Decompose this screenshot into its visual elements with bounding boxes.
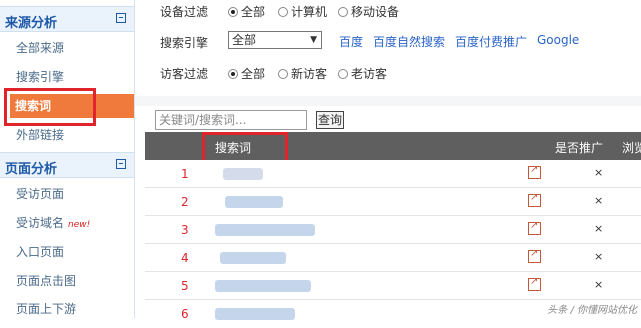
external-link-icon[interactable] <box>528 276 541 291</box>
chevron-down-icon: ▼ <box>310 35 317 45</box>
engine-link-google[interactable]: Google <box>537 33 579 47</box>
external-link-icon[interactable] <box>528 192 541 207</box>
sidebar-item-entry-pages[interactable]: 入口页面 <box>16 242 64 262</box>
table-row: 4 × <box>145 244 641 272</box>
table-row: 2 × <box>145 188 641 216</box>
sidebar-item-visited-domains[interactable]: 受访域名 new! <box>16 213 90 233</box>
radio-icon <box>278 7 288 17</box>
section-header-source-analysis[interactable]: 来源分析 <box>0 6 134 32</box>
table-row: 3 × <box>145 216 641 244</box>
collapse-icon[interactable] <box>116 13 126 23</box>
visitor-radio-returning[interactable]: 老访客 <box>338 65 387 82</box>
filter-panel: 设备过滤 全部 计算机 移动设备 搜索引擎 全部 ▼ 百度 百度自然搜索 百度付… <box>135 0 641 96</box>
sidebar-item-page-clickmap[interactable]: 页面点击图 <box>16 271 76 291</box>
watermark: 头条 / 你懂网站优化 <box>547 305 637 316</box>
engine-link-baidu-organic[interactable]: 百度自然搜索 <box>373 33 445 50</box>
blurred-search-term <box>223 168 263 180</box>
external-link-icon[interactable] <box>528 164 541 179</box>
visitor-radio-new[interactable]: 新访客 <box>278 65 327 82</box>
visitor-radio-all[interactable]: 全部 <box>228 65 265 82</box>
section-divider <box>135 96 641 106</box>
blurred-search-term <box>220 252 286 264</box>
engine-link-baidu[interactable]: 百度 <box>339 33 363 50</box>
section-header-page-analysis[interactable]: 页面分析 <box>0 152 134 178</box>
blurred-search-term <box>225 196 283 208</box>
row-rank: 2 <box>181 195 189 209</box>
radio-icon <box>338 69 348 79</box>
engine-filter-label: 搜索引擎 <box>160 36 209 50</box>
engine-select[interactable]: 全部 ▼ <box>228 31 322 49</box>
row-rank: 6 <box>181 307 189 321</box>
sidebar-item-visited-pages[interactable]: 受访页面 <box>16 184 64 204</box>
radio-icon <box>278 69 288 79</box>
radio-icon <box>338 7 348 17</box>
row-rank: 3 <box>181 223 189 237</box>
blurred-search-term <box>215 280 311 292</box>
keyword-search-input[interactable]: 关键词/搜索词... <box>155 110 307 130</box>
highlight-box-sidebar <box>4 88 96 126</box>
row-rank: 4 <box>181 251 189 265</box>
engine-link-baidu-paid[interactable]: 百度付费推广 <box>455 33 527 50</box>
sidebar-item-page-flow[interactable]: 页面上下游 <box>16 299 76 319</box>
sidebar-item-all-sources[interactable]: 全部来源 <box>16 38 64 58</box>
promoted-value: × <box>594 222 604 235</box>
section-title: 页面分析 <box>5 162 58 177</box>
external-link-icon[interactable] <box>528 220 541 235</box>
sidebar: 来源分析 全部来源 搜索引擎 搜索词 外部链接 页面分析 受访页面 受访域名 ne… <box>0 0 135 318</box>
device-radio-computer[interactable]: 计算机 <box>278 3 327 20</box>
promoted-value: × <box>594 278 604 291</box>
radio-checked-icon <box>228 7 238 17</box>
radio-checked-icon <box>228 69 238 79</box>
keyword-search-bar: 关键词/搜索词... 查询 <box>145 106 641 132</box>
visitor-filter-label: 访客过滤 <box>160 67 209 81</box>
row-rank: 1 <box>181 167 189 181</box>
device-radio-all[interactable]: 全部 <box>228 3 265 20</box>
engine-select-value: 全部 <box>232 33 257 47</box>
promoted-value: × <box>594 250 604 263</box>
column-header-promoted[interactable]: 是否推广 <box>555 139 603 156</box>
collapse-icon[interactable] <box>116 159 126 169</box>
column-header-views[interactable]: 浏览 <box>622 139 641 156</box>
device-filter-label: 设备过滤 <box>160 5 209 19</box>
section-title: 来源分析 <box>5 16 58 31</box>
device-radio-mobile[interactable]: 移动设备 <box>338 3 399 20</box>
table-row: 1 × <box>145 160 641 188</box>
sidebar-item-label: 受访域名 <box>16 216 65 230</box>
sidebar-item-external-links[interactable]: 外部链接 <box>16 125 64 145</box>
row-rank: 5 <box>181 279 189 293</box>
query-button[interactable]: 查询 <box>316 111 344 129</box>
new-badge: new! <box>68 220 91 230</box>
sidebar-item-search-engines[interactable]: 搜索引擎 <box>16 67 64 87</box>
blurred-search-term <box>215 224 315 236</box>
blurred-search-term <box>215 308 295 320</box>
external-link-icon[interactable] <box>528 248 541 263</box>
promoted-value: × <box>594 194 604 207</box>
table-row: 5 × <box>145 272 641 300</box>
promoted-value: × <box>594 166 604 179</box>
